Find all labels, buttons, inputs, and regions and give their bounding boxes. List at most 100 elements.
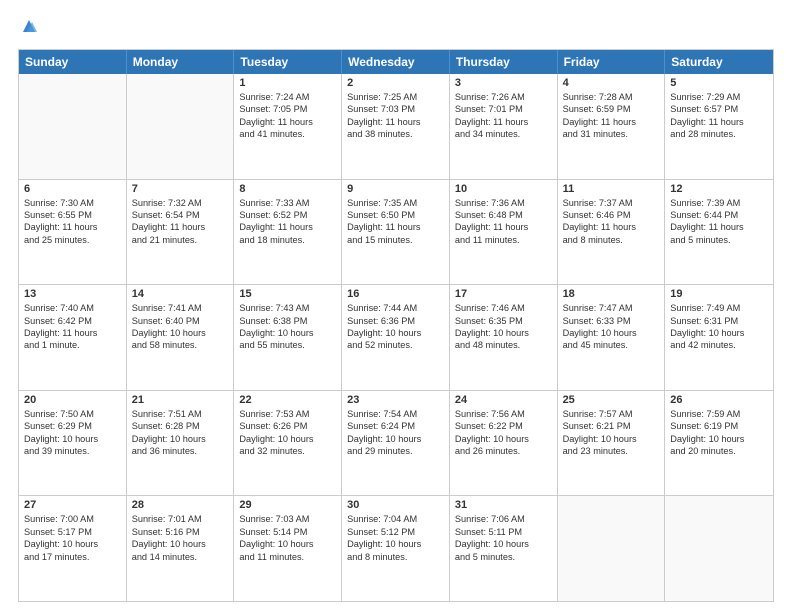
day-number: 16 <box>347 288 444 300</box>
cell-line: Sunrise: 7:53 AM <box>239 408 336 420</box>
cell-line: Sunset: 6:29 PM <box>24 420 121 432</box>
cell-line: Daylight: 10 hours <box>24 538 121 550</box>
cell-line: and 32 minutes. <box>239 445 336 457</box>
cell-line: and 17 minutes. <box>24 551 121 563</box>
day-number: 30 <box>347 499 444 511</box>
cell-line: Daylight: 10 hours <box>455 433 552 445</box>
day-header-friday: Friday <box>558 50 666 74</box>
cell-line: Sunset: 7:01 PM <box>455 103 552 115</box>
calendar-cell: 17Sunrise: 7:46 AMSunset: 6:35 PMDayligh… <box>450 285 558 390</box>
cell-line: and 34 minutes. <box>455 128 552 140</box>
cell-line: Sunrise: 7:41 AM <box>132 302 229 314</box>
calendar-header-row: SundayMondayTuesdayWednesdayThursdayFrid… <box>19 50 773 74</box>
cell-line: Daylight: 11 hours <box>347 221 444 233</box>
cell-line: Sunset: 6:54 PM <box>132 209 229 221</box>
calendar-cell: 20Sunrise: 7:50 AMSunset: 6:29 PMDayligh… <box>19 391 127 496</box>
day-number: 2 <box>347 77 444 89</box>
cell-line: and 11 minutes. <box>455 234 552 246</box>
cell-line: Daylight: 11 hours <box>455 116 552 128</box>
logo-icon <box>19 18 37 34</box>
calendar-cell: 5Sunrise: 7:29 AMSunset: 6:57 PMDaylight… <box>665 74 773 179</box>
cell-line: Sunset: 6:59 PM <box>563 103 660 115</box>
cell-line: Daylight: 10 hours <box>563 433 660 445</box>
cell-line: Sunset: 6:24 PM <box>347 420 444 432</box>
cell-line: Sunset: 6:46 PM <box>563 209 660 221</box>
day-number: 25 <box>563 394 660 406</box>
day-number: 26 <box>670 394 768 406</box>
header <box>18 18 774 39</box>
cell-line: Sunset: 6:19 PM <box>670 420 768 432</box>
day-number: 5 <box>670 77 768 89</box>
cell-line: and 29 minutes. <box>347 445 444 457</box>
page: SundayMondayTuesdayWednesdayThursdayFrid… <box>0 0 792 612</box>
cell-line: Sunset: 6:36 PM <box>347 315 444 327</box>
calendar-cell: 10Sunrise: 7:36 AMSunset: 6:48 PMDayligh… <box>450 180 558 285</box>
calendar-cell <box>665 496 773 601</box>
cell-line: and 5 minutes. <box>670 234 768 246</box>
calendar-week-3: 13Sunrise: 7:40 AMSunset: 6:42 PMDayligh… <box>19 284 773 390</box>
cell-line: Daylight: 10 hours <box>24 433 121 445</box>
calendar-cell: 2Sunrise: 7:25 AMSunset: 7:03 PMDaylight… <box>342 74 450 179</box>
cell-line: and 25 minutes. <box>24 234 121 246</box>
cell-line: Sunset: 6:22 PM <box>455 420 552 432</box>
cell-line: Daylight: 10 hours <box>670 433 768 445</box>
cell-line: Daylight: 10 hours <box>455 327 552 339</box>
cell-line: and 39 minutes. <box>24 445 121 457</box>
calendar-cell: 1Sunrise: 7:24 AMSunset: 7:05 PMDaylight… <box>234 74 342 179</box>
cell-line: Daylight: 11 hours <box>670 221 768 233</box>
cell-line: and 26 minutes. <box>455 445 552 457</box>
cell-line: Sunset: 6:28 PM <box>132 420 229 432</box>
calendar-cell <box>558 496 666 601</box>
cell-line: and 48 minutes. <box>455 339 552 351</box>
calendar-cell: 19Sunrise: 7:49 AMSunset: 6:31 PMDayligh… <box>665 285 773 390</box>
cell-line: Sunset: 5:16 PM <box>132 526 229 538</box>
cell-line: Sunrise: 7:36 AM <box>455 197 552 209</box>
cell-line: and 5 minutes. <box>455 551 552 563</box>
calendar-cell: 24Sunrise: 7:56 AMSunset: 6:22 PMDayligh… <box>450 391 558 496</box>
cell-line: Daylight: 10 hours <box>670 327 768 339</box>
cell-line: Sunrise: 7:28 AM <box>563 91 660 103</box>
cell-line: Daylight: 10 hours <box>132 433 229 445</box>
calendar-cell: 9Sunrise: 7:35 AMSunset: 6:50 PMDaylight… <box>342 180 450 285</box>
cell-line: Sunrise: 7:00 AM <box>24 513 121 525</box>
cell-line: Daylight: 11 hours <box>24 327 121 339</box>
cell-line: and 28 minutes. <box>670 128 768 140</box>
cell-line: and 23 minutes. <box>563 445 660 457</box>
calendar-cell: 16Sunrise: 7:44 AMSunset: 6:36 PMDayligh… <box>342 285 450 390</box>
calendar-week-4: 20Sunrise: 7:50 AMSunset: 6:29 PMDayligh… <box>19 390 773 496</box>
calendar-cell: 30Sunrise: 7:04 AMSunset: 5:12 PMDayligh… <box>342 496 450 601</box>
cell-line: Daylight: 10 hours <box>239 538 336 550</box>
day-number: 17 <box>455 288 552 300</box>
day-number: 23 <box>347 394 444 406</box>
day-number: 9 <box>347 183 444 195</box>
day-number: 3 <box>455 77 552 89</box>
cell-line: Sunrise: 7:35 AM <box>347 197 444 209</box>
calendar-cell: 23Sunrise: 7:54 AMSunset: 6:24 PMDayligh… <box>342 391 450 496</box>
cell-line: Daylight: 10 hours <box>239 327 336 339</box>
cell-line: Sunset: 5:11 PM <box>455 526 552 538</box>
cell-line: Daylight: 11 hours <box>563 221 660 233</box>
day-number: 22 <box>239 394 336 406</box>
cell-line: Sunset: 7:03 PM <box>347 103 444 115</box>
cell-line: Sunrise: 7:54 AM <box>347 408 444 420</box>
cell-line: Sunset: 6:26 PM <box>239 420 336 432</box>
day-number: 8 <box>239 183 336 195</box>
cell-line: Sunset: 6:55 PM <box>24 209 121 221</box>
day-number: 7 <box>132 183 229 195</box>
day-header-monday: Monday <box>127 50 235 74</box>
cell-line: Daylight: 11 hours <box>239 221 336 233</box>
day-header-saturday: Saturday <box>665 50 773 74</box>
cell-line: Daylight: 10 hours <box>132 538 229 550</box>
cell-line: Sunset: 6:57 PM <box>670 103 768 115</box>
cell-line: Sunrise: 7:46 AM <box>455 302 552 314</box>
cell-line: Sunrise: 7:26 AM <box>455 91 552 103</box>
cell-line: Daylight: 11 hours <box>132 221 229 233</box>
cell-line: Daylight: 11 hours <box>670 116 768 128</box>
cell-line: Sunrise: 7:50 AM <box>24 408 121 420</box>
logo <box>18 18 37 39</box>
cell-line: Sunrise: 7:06 AM <box>455 513 552 525</box>
cell-line: Daylight: 10 hours <box>132 327 229 339</box>
calendar-cell: 3 Sunrise: 7:26 AMSunset: 7:01 PMDaylight… <box>450 74 558 179</box>
day-number: 10 <box>455 183 552 195</box>
cell-line: Sunrise: 7:59 AM <box>670 408 768 420</box>
